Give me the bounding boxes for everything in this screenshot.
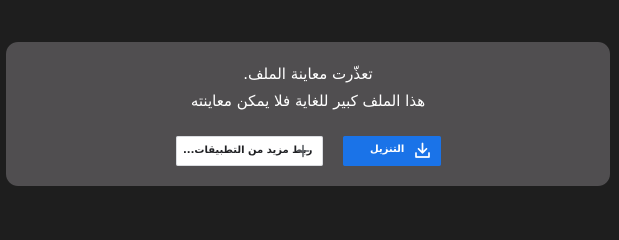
plus-icon	[296, 144, 310, 158]
connect-more-apps-label: ربط مزيد من التطبيقات...	[183, 145, 313, 156]
download-label: التنزيل	[370, 144, 405, 155]
preview-error-title: تعذّرت معاينة الملف.	[243, 65, 373, 83]
connect-more-apps-button[interactable]: ربط مزيد من التطبيقات...	[176, 136, 323, 166]
preview-error-card: تعذّرت معاينة الملف. هذا الملف كبير للغا…	[6, 42, 610, 186]
preview-error-message: هذا الملف كبير للغاية فلا يمكن معاينته	[190, 92, 426, 110]
download-button[interactable]: التنزيل	[343, 136, 441, 166]
download-icon	[415, 142, 430, 158]
